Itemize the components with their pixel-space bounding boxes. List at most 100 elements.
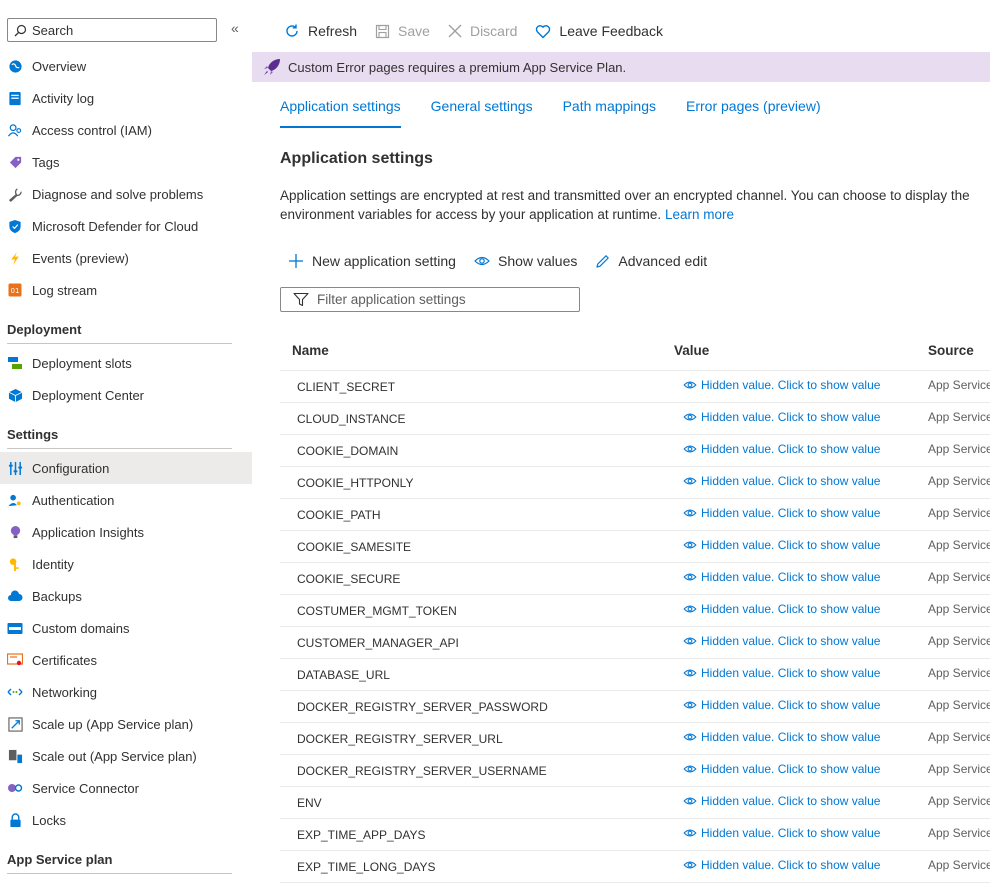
setting-source: App Service bbox=[928, 538, 990, 552]
hidden-value-link[interactable]: Hidden value. Click to show value bbox=[683, 723, 880, 751]
hidden-value-link[interactable]: Hidden value. Click to show value bbox=[683, 691, 880, 719]
hidden-value-text: Hidden value. Click to show value bbox=[701, 762, 881, 776]
sidebar-item-certificates[interactable]: Certificates bbox=[0, 644, 252, 676]
hidden-value-link[interactable]: Hidden value. Click to show value bbox=[683, 563, 880, 591]
sidebar-item-label: Custom domains bbox=[32, 620, 130, 636]
sidebar-item-backups[interactable]: Backups bbox=[0, 580, 252, 612]
sidebar-item-microsoft-defender-for-cloud[interactable]: Microsoft Defender for Cloud bbox=[0, 210, 252, 242]
table-row[interactable]: COOKIE_SAMESITE Hidden value. Click to sh… bbox=[280, 531, 990, 563]
table-row[interactable]: CLIENT_SECRET Hidden value. Click to show… bbox=[280, 371, 990, 403]
table-row[interactable]: DOCKER_REGISTRY_SERVER_PASSWORD Hidden va… bbox=[280, 691, 990, 723]
eye-icon bbox=[683, 700, 697, 710]
hidden-value-text: Hidden value. Click to show value bbox=[701, 634, 881, 648]
sidebar-item-events-preview[interactable]: Events (preview) bbox=[0, 242, 252, 274]
hidden-value-link[interactable]: Hidden value. Click to show value bbox=[683, 819, 880, 847]
hidden-value-text: Hidden value. Click to show value bbox=[701, 730, 881, 744]
sidebar-item-identity[interactable]: Identity bbox=[0, 548, 252, 580]
setting-name[interactable]: COOKIE_DOMAIN bbox=[297, 435, 398, 467]
filter-input[interactable]: Filter application settings bbox=[280, 287, 580, 312]
hidden-value-link[interactable]: Hidden value. Click to show value bbox=[683, 531, 880, 559]
table-row[interactable]: COOKIE_HTTPONLY Hidden value. Click to sh… bbox=[280, 467, 990, 499]
table-row[interactable]: DOCKER_REGISTRY_SERVER_USERNAME Hidden va… bbox=[280, 755, 990, 787]
sidebar-item-deployment-slots[interactable]: Deployment slots bbox=[0, 347, 252, 379]
column-header-value[interactable]: Value bbox=[674, 332, 709, 368]
hidden-value-link[interactable]: Hidden value. Click to show value bbox=[683, 467, 880, 495]
setting-name[interactable]: COOKIE_HTTPONLY bbox=[297, 467, 413, 499]
table-row[interactable]: ENV Hidden value. Click to show value App … bbox=[280, 787, 990, 819]
advanced-edit-button[interactable]: Advanced edit bbox=[595, 253, 707, 269]
hidden-value-link[interactable]: Hidden value. Click to show value bbox=[683, 755, 880, 783]
table-row[interactable]: EXP_TIME_APP_DAYS Hidden value. Click to … bbox=[280, 819, 990, 851]
setting-name[interactable]: COSTUMER_MGMT_TOKEN bbox=[297, 595, 457, 627]
sidebar-item-activity-log[interactable]: Activity log bbox=[0, 82, 252, 114]
sidebar-item-scale-up-app-service-plan[interactable]: Scale up (App Service plan) bbox=[0, 708, 252, 740]
setting-name[interactable]: DOCKER_REGISTRY_SERVER_PASSWORD bbox=[297, 691, 548, 723]
learn-more-link[interactable]: Learn more bbox=[665, 207, 734, 222]
table-row[interactable]: COSTUMER_MGMT_TOKEN Hidden value. Click t… bbox=[280, 595, 990, 627]
hidden-value-link[interactable]: Hidden value. Click to show value bbox=[683, 403, 880, 431]
setting-source: App Service bbox=[928, 826, 990, 840]
setting-name[interactable]: COOKIE_SECURE bbox=[297, 563, 400, 595]
setting-name[interactable]: ENV bbox=[297, 787, 322, 819]
tab-error-pages[interactable]: Error pages (preview) bbox=[686, 98, 821, 128]
table-row[interactable]: COOKIE_SECURE Hidden value. Click to show… bbox=[280, 563, 990, 595]
hidden-value-link[interactable]: Hidden value. Click to show value bbox=[683, 435, 880, 463]
hidden-value-link[interactable]: Hidden value. Click to show value bbox=[683, 851, 880, 879]
hidden-value-link[interactable]: Hidden value. Click to show value bbox=[683, 595, 880, 623]
tab-path-mappings[interactable]: Path mappings bbox=[563, 98, 656, 128]
discard-button[interactable]: Discard bbox=[448, 23, 517, 39]
sidebar-item-access-control-iam[interactable]: Access control (IAM) bbox=[0, 114, 252, 146]
sidebar-item-overview[interactable]: Overview bbox=[0, 50, 252, 82]
setting-name[interactable]: COOKIE_SAMESITE bbox=[297, 531, 411, 563]
setting-name[interactable]: DOCKER_REGISTRY_SERVER_USERNAME bbox=[297, 755, 547, 787]
hidden-value-link[interactable]: Hidden value. Click to show value bbox=[683, 659, 880, 687]
setting-name[interactable]: CUSTOMER_MANAGER_API bbox=[297, 627, 459, 659]
sidebar-item-tags[interactable]: Tags bbox=[0, 146, 252, 178]
setting-name[interactable]: EXP_TIME_LONG_DAYS bbox=[297, 851, 436, 883]
tab-general-settings[interactable]: General settings bbox=[431, 98, 533, 128]
sidebar-item-custom-domains[interactable]: Custom domains bbox=[0, 612, 252, 644]
sidebar-item-scale-out-app-service-plan[interactable]: Scale out (App Service plan) bbox=[0, 740, 252, 772]
setting-name[interactable]: DOCKER_REGISTRY_SERVER_URL bbox=[297, 723, 503, 755]
sidebar-item-service-connector[interactable]: Service Connector bbox=[0, 772, 252, 804]
sidebar-item-configuration[interactable]: Configuration bbox=[0, 452, 252, 484]
column-header-name[interactable]: Name bbox=[292, 332, 329, 368]
hidden-value-link[interactable]: Hidden value. Click to show value bbox=[683, 499, 880, 527]
hidden-value-link[interactable]: Hidden value. Click to show value bbox=[683, 787, 880, 815]
new-application-setting-button[interactable]: New application setting bbox=[288, 253, 456, 269]
premium-plan-banner: Custom Error pages requires a premium Ap… bbox=[252, 52, 990, 82]
hidden-value-link[interactable]: Hidden value. Click to show value bbox=[683, 371, 880, 399]
save-button[interactable]: Save bbox=[375, 23, 430, 39]
hidden-value-text: Hidden value. Click to show value bbox=[701, 602, 881, 616]
setting-name[interactable]: DATABASE_URL bbox=[297, 659, 390, 691]
table-row[interactable]: EXP_TIME_LONG_DAYS Hidden value. Click to… bbox=[280, 851, 990, 883]
sidebar: Search « Overview Activity log Access cont… bbox=[0, 0, 252, 891]
tab-application-settings[interactable]: Application settings bbox=[280, 98, 401, 128]
table-row[interactable]: DOCKER_REGISTRY_SERVER_URL Hidden value. … bbox=[280, 723, 990, 755]
sidebar-item-deployment-center[interactable]: Deployment Center bbox=[0, 379, 252, 411]
sidebar-item-diagnose-and-solve-problems[interactable]: Diagnose and solve problems bbox=[0, 178, 252, 210]
show-values-button[interactable]: Show values bbox=[474, 253, 577, 269]
table-row[interactable]: COOKIE_DOMAIN Hidden value. Click to show… bbox=[280, 435, 990, 467]
setting-name[interactable]: CLOUD_INSTANCE bbox=[297, 403, 405, 435]
column-header-source[interactable]: Source bbox=[928, 332, 974, 368]
hidden-value-link[interactable]: Hidden value. Click to show value bbox=[683, 627, 880, 655]
sidebar-item-locks[interactable]: Locks bbox=[0, 804, 252, 836]
table-row[interactable]: CLOUD_INSTANCE Hidden value. Click to sho… bbox=[280, 403, 990, 435]
table-row[interactable]: DATABASE_URL Hidden value. Click to show … bbox=[280, 659, 990, 691]
sidebar-item-label: Configuration bbox=[32, 460, 110, 476]
setting-name[interactable]: COOKIE_PATH bbox=[297, 499, 381, 531]
collapse-sidebar-icon[interactable]: « bbox=[231, 20, 239, 36]
sidebar-item-log-stream[interactable]: 01 Log stream bbox=[0, 274, 252, 306]
table-row[interactable]: CUSTOMER_MANAGER_API Hidden value. Click … bbox=[280, 627, 990, 659]
table-row[interactable]: COOKIE_PATH Hidden value. Click to show v… bbox=[280, 499, 990, 531]
settings-actions: New application setting Show values Adva… bbox=[288, 253, 725, 269]
setting-name[interactable]: EXP_TIME_APP_DAYS bbox=[297, 819, 426, 851]
sidebar-item-networking[interactable]: Networking bbox=[0, 676, 252, 708]
setting-name[interactable]: CLIENT_SECRET bbox=[297, 371, 395, 403]
refresh-button[interactable]: Refresh bbox=[284, 23, 357, 39]
leave-feedback-button[interactable]: Leave Feedback bbox=[535, 23, 663, 39]
sidebar-item-authentication[interactable]: Authentication bbox=[0, 484, 252, 516]
sidebar-item-application-insights[interactable]: Application Insights bbox=[0, 516, 252, 548]
search-input[interactable]: Search bbox=[7, 18, 217, 42]
